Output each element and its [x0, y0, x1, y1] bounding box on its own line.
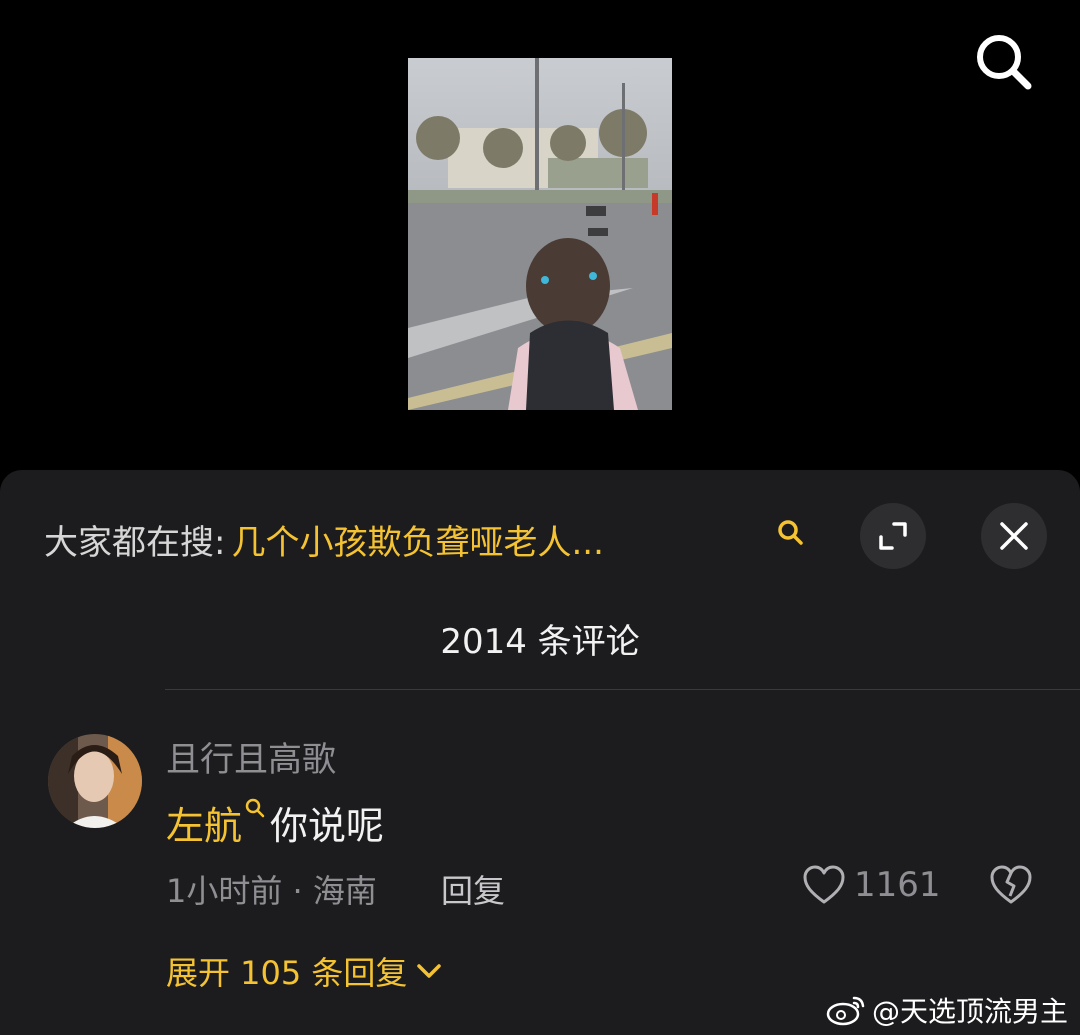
chevron-down-icon	[417, 964, 442, 978]
watermark: @天选顶流男主	[826, 990, 1068, 1030]
comment-meta: 1小时前 · 海南	[166, 872, 377, 910]
reply-button[interactable]: 回复	[441, 866, 505, 912]
divider	[165, 689, 1080, 690]
comments-sheet: 大家都在搜: 几个小孩欺负聋哑老人... 2014 条评论 且行且高歌 左航 你…	[0, 470, 1080, 1035]
close-button[interactable]	[981, 503, 1047, 569]
video-player[interactable]	[0, 0, 1080, 490]
comment-search-link[interactable]: 左航	[166, 795, 242, 850]
search-icon	[977, 35, 1032, 90]
comment-body: 左航 你说呢	[166, 795, 384, 850]
video-thumbnail[interactable]	[408, 58, 672, 410]
trending-search-bar[interactable]: 大家都在搜: 几个小孩欺负聋哑老人...	[44, 514, 604, 564]
expand-replies-button[interactable]: 展开 105 条回复	[166, 948, 443, 994]
trending-prefix: 大家都在搜:	[44, 522, 226, 563]
like-count: 1161	[854, 865, 941, 905]
avatar[interactable]	[48, 734, 142, 828]
comment-count-title: 2014 条评论	[440, 622, 640, 662]
expand-replies-label: 展开 105 条回复	[166, 954, 408, 992]
comment-username[interactable]: 且行且高歌	[166, 732, 336, 781]
close-icon	[1000, 522, 1028, 550]
heart-icon	[803, 865, 845, 904]
fullscreen-button[interactable]	[860, 503, 926, 569]
search-icon[interactable]	[776, 518, 806, 548]
expand-icon	[879, 522, 907, 550]
watermark-text: @天选顶流男主	[872, 995, 1069, 1028]
weibo-logo-icon	[826, 996, 865, 1026]
like-button[interactable]: 1161	[802, 860, 941, 910]
trending-query-link[interactable]: 几个小孩欺负聋哑老人...	[231, 515, 603, 564]
search-button[interactable]	[972, 30, 1036, 94]
comment-text: 你说呢	[270, 804, 385, 848]
dislike-button[interactable]	[988, 862, 1034, 908]
broken-heart-icon	[990, 865, 1032, 904]
search-icon	[245, 798, 265, 818]
